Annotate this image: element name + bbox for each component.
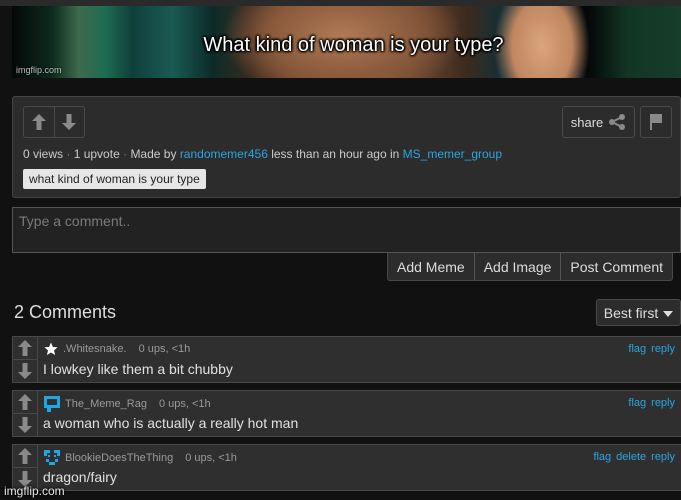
comment-item: BlookieDoesTheThing 0 ups, <1h dragon/fa… <box>12 444 681 491</box>
comment-stats: 0 ups, <1h <box>138 343 191 355</box>
sort-selected: Best first <box>603 304 659 321</box>
comment-actions-links: flag delete reply <box>593 451 675 463</box>
view-count: 0 views <box>23 147 64 161</box>
comments-count-heading: 2 Comments <box>14 302 117 322</box>
footer-watermark: imgflip.com <box>4 484 65 498</box>
comment-item: The_Meme_Rag 0 ups, <1h a woman who is a… <box>12 390 681 437</box>
reply-link[interactable]: reply <box>651 397 675 409</box>
meme-image[interactable]: What kind of woman is your type? imgflip… <box>12 6 681 78</box>
comment-item: .Whitesnake. 0 ups, <1h I lowkey like th… <box>12 336 681 383</box>
star-icon[interactable] <box>43 341 59 357</box>
flag-link[interactable]: flag <box>628 343 646 355</box>
speech-bubble-avatar-icon[interactable] <box>43 395 61 413</box>
comment-upvote-button[interactable] <box>13 391 37 413</box>
comment-actions-links: flag reply <box>628 343 675 355</box>
comment-username[interactable]: BlookieDoesTheThing <box>65 452 173 464</box>
author-link[interactable]: randomemer456 <box>180 147 268 161</box>
stream-link[interactable]: MS_memer_group <box>403 147 502 161</box>
comment-upvote-button[interactable] <box>13 337 37 359</box>
comment-username[interactable]: .Whitesnake. <box>63 343 127 355</box>
comment-header: .Whitesnake. 0 ups, <1h <box>43 341 190 357</box>
post-comment-button[interactable]: Post Comment <box>560 253 672 280</box>
flag-button[interactable] <box>640 106 672 138</box>
post-tag[interactable]: what kind of woman is your type <box>23 169 206 189</box>
arrow-down-icon <box>18 363 32 379</box>
comment-actions: Add Meme Add Image Post Comment <box>387 253 674 281</box>
comment-text: a woman who is actually a really hot man <box>43 415 299 431</box>
reply-link[interactable]: reply <box>651 343 675 355</box>
comment-username[interactable]: The_Meme_Rag <box>65 398 147 410</box>
flag-icon <box>650 114 662 130</box>
separator: · <box>123 147 128 161</box>
separator: · <box>66 147 71 161</box>
comment-header: BlookieDoesTheThing 0 ups, <1h <box>43 449 237 467</box>
add-meme-button[interactable]: Add Meme <box>388 253 474 280</box>
comment-input[interactable] <box>12 207 681 253</box>
post-info-panel: share 0 views · 1 upvote · Made by rando… <box>12 96 681 198</box>
arrow-up-icon <box>18 340 32 356</box>
share-button[interactable]: share <box>562 106 635 138</box>
comment-header: The_Meme_Rag 0 ups, <1h <box>43 395 211 413</box>
sort-dropdown[interactable]: Best first <box>596 299 681 326</box>
comment-vote-group <box>13 391 38 436</box>
flag-link[interactable]: flag <box>593 451 611 463</box>
made-by-label: Made by <box>130 147 177 161</box>
downvote-button[interactable] <box>53 107 85 137</box>
post-meta: 0 views · 1 upvote · Made by randomemer4… <box>23 147 502 161</box>
comment-text: dragon/fairy <box>43 469 117 485</box>
share-icon <box>609 114 626 130</box>
comment-vote-group <box>13 337 38 382</box>
comment-stats: 0 ups, <1h <box>158 398 211 410</box>
arrow-up-icon <box>18 448 32 464</box>
comment-downvote-button[interactable] <box>13 413 37 436</box>
post-vote-group <box>23 106 85 138</box>
comment-downvote-button[interactable] <box>13 359 37 382</box>
add-image-button[interactable]: Add Image <box>473 253 561 280</box>
arrow-down-icon <box>62 114 77 130</box>
arrow-down-icon <box>18 417 32 433</box>
comment-actions-links: flag reply <box>628 397 675 409</box>
page: What kind of woman is your type? imgflip… <box>0 0 681 500</box>
meme-watermark: imgflip.com <box>16 65 62 75</box>
arrow-up-icon <box>31 114 46 130</box>
comment-text: I lowkey like them a bit chubby <box>43 361 233 377</box>
reply-link[interactable]: reply <box>651 451 675 463</box>
time-label: less than an hour ago in <box>271 147 400 161</box>
comment-upvote-button[interactable] <box>13 445 37 467</box>
arrow-up-icon <box>18 394 32 410</box>
meme-caption: What kind of woman is your type? <box>203 34 504 56</box>
flag-link[interactable]: flag <box>628 397 646 409</box>
caret-down-icon <box>663 310 674 317</box>
delete-link[interactable]: delete <box>616 451 646 463</box>
upvote-button[interactable] <box>24 107 54 137</box>
comment-stats: 0 ups, <1h <box>185 452 237 464</box>
pixel-face-avatar-icon[interactable] <box>43 449 61 467</box>
upvote-count: 1 upvote <box>73 147 120 161</box>
share-label: share <box>570 114 604 130</box>
